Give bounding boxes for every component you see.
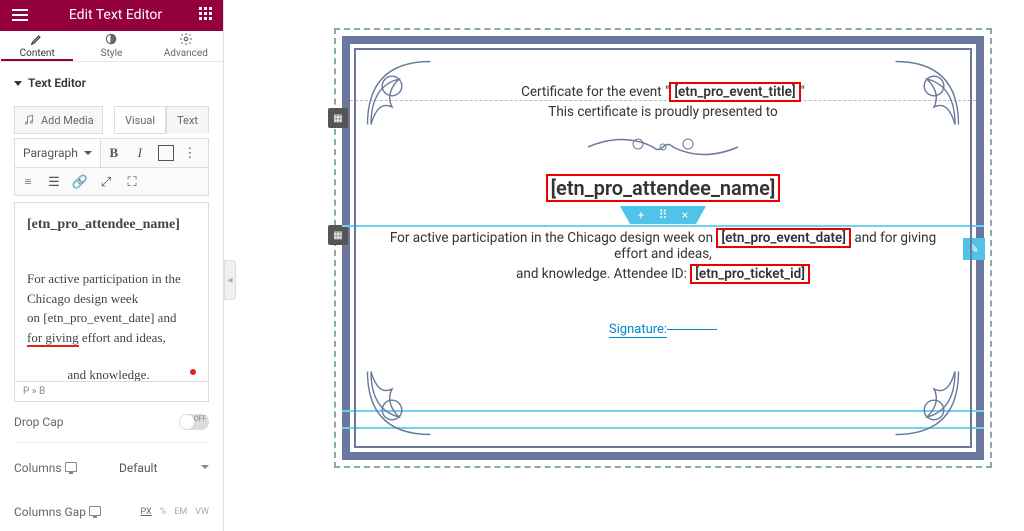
paragraph-dropdown[interactable]: Paragraph [15,139,101,167]
error-dot-icon [190,369,196,375]
link-button[interactable]: 🔗 [67,168,93,196]
canvas[interactable]: + ⠿ × ▦ ▦ + ⠿ × ✎ [224,0,1024,531]
panel-title: Edit Text Editor [32,7,199,23]
shortcode-ticket-id: [etn_pro_ticket_id] [690,264,810,284]
cert-body-2: and knowledge. Attendee ID: [etn_pro_tic… [386,266,940,282]
ornament-icon [364,58,434,128]
column-handle[interactable]: ▦ [328,108,348,128]
cert-line-2: This certificate is proudly presented to [386,104,940,120]
tab-content[interactable]: Content [0,31,74,61]
ornament-icon [892,368,962,438]
fullscreen-button[interactable]: ⛶ [119,168,145,196]
divider-ornament-icon [386,134,940,160]
rte-tab-text[interactable]: Text [166,106,209,134]
rte-toolbar-1: Paragraph B I ⋮ [14,138,209,168]
row-drop-cap: Drop Cap [0,402,223,442]
sidebar: Edit Text Editor Content Style Advanced … [0,0,224,531]
bold-button[interactable]: B [101,139,127,167]
rte-tab-visual[interactable]: Visual [114,106,166,134]
chevron-down-icon [14,81,22,86]
pencil-icon [30,32,44,46]
tab-style[interactable]: Style [74,31,148,61]
certificate-widget[interactable]: ▦ ▦ + ⠿ × ✎ [334,28,992,468]
drop-cap-toggle[interactable] [179,414,209,430]
tab-advanced[interactable]: Advanced [149,31,223,61]
cert-attendee-name: [etn_pro_attendee_name] [386,176,940,200]
rte-para: For active participation in the Chicago … [27,269,196,347]
rte-foot: and knowledge. [27,365,196,382]
ornament-icon [892,58,962,128]
color-button[interactable] [158,145,174,161]
more-button[interactable]: ⋮ [179,139,201,167]
section-text-editor[interactable]: Text Editor [0,62,223,98]
apps-icon[interactable] [199,7,215,23]
monitor-icon [65,462,77,472]
ornament-icon [364,368,434,438]
gear-icon [179,32,193,46]
row-columns-gap: Columns Gap PX % EM VW [0,493,223,531]
signature-line: Signature: [386,322,940,337]
music-icon [23,114,35,126]
rte-content[interactable]: [etn_pro_attendee_name] For active parti… [14,202,209,382]
menu-icon[interactable] [8,3,32,27]
row-columns: Columns Default [0,443,223,493]
units-selector[interactable]: PX % EM VW [141,507,209,517]
monitor-icon [89,506,101,516]
column-handle[interactable]: ▦ [328,225,348,245]
shortcode-event-title: [etn_pro_event_title] [669,82,800,102]
collapse-sidebar-handle[interactable]: ◂ [224,260,236,300]
rte-name: [etn_pro_attendee_name] [27,217,196,233]
sidebar-header: Edit Text Editor [0,0,223,31]
cert-body-1: For active participation in the Chicago … [386,230,940,262]
editor-area: Add Media Visual Text Paragraph B I ⋮ ≡ … [0,98,223,402]
columns-dropdown[interactable]: Default [119,455,209,481]
contrast-icon [104,32,118,46]
cert-line-1: Certificate for the event "[etn_pro_even… [386,84,940,100]
rte-toolbar-2: ≡ ☰ 🔗 ⤢ ⛶ [14,168,209,196]
panel-tabs: Content Style Advanced [0,31,223,62]
rte-path: P » B [14,382,209,402]
shortcode-event-date: [etn_pro_event_date] [716,228,851,248]
list-ul-button[interactable]: ☰ [41,168,67,196]
add-media-button[interactable]: Add Media [14,106,103,134]
expand-button[interactable]: ⤢ [93,168,119,196]
list-ol-button[interactable]: ≡ [15,168,41,196]
shortcode-attendee-name: [etn_pro_attendee_name] [546,174,781,202]
italic-button[interactable]: I [127,139,153,167]
